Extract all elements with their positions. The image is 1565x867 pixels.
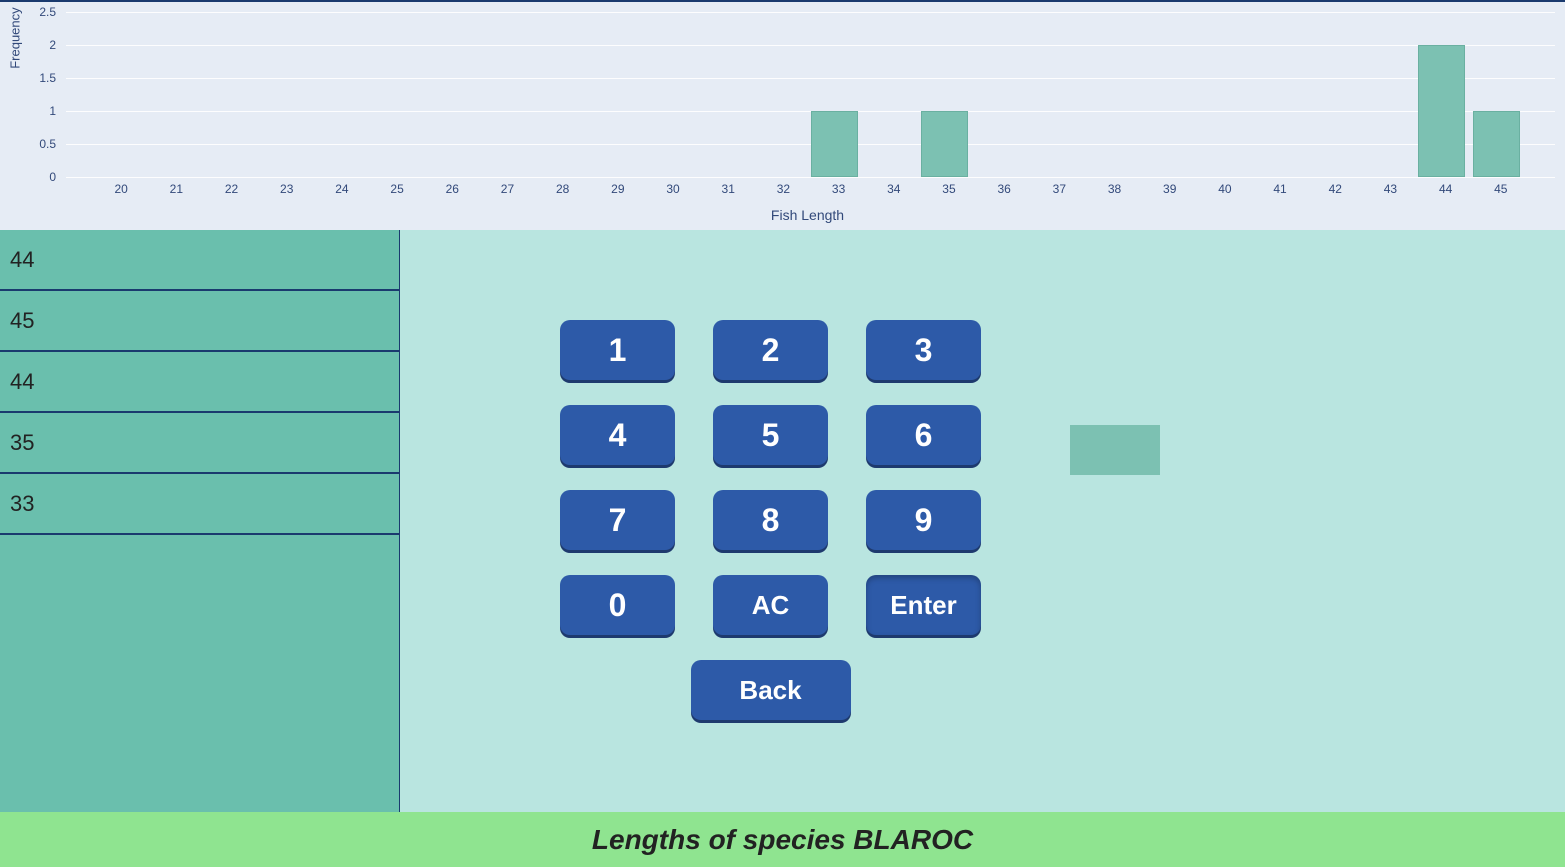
key-6[interactable]: 6	[866, 405, 981, 465]
key-4[interactable]: 4	[560, 405, 675, 465]
chart-plot[interactable]	[66, 12, 1555, 177]
key-5[interactable]: 5	[713, 405, 828, 465]
keypad: 1 2 3 4 5 6 7 8 9 0 AC Enter Back	[560, 320, 981, 720]
chart-bar[interactable]	[1418, 45, 1465, 177]
list-item[interactable]: 33	[0, 474, 399, 535]
key-2[interactable]: 2	[713, 320, 828, 380]
y-axis-label: Frequency	[8, 7, 23, 68]
key-9[interactable]: 9	[866, 490, 981, 550]
main-row: 4445443533 1 2 3 4 5 6 7 8 9 0 AC Enter …	[0, 230, 1565, 812]
key-enter[interactable]: Enter	[866, 575, 981, 635]
key-7[interactable]: 7	[560, 490, 675, 550]
list-item[interactable]: 44	[0, 230, 399, 291]
key-1[interactable]: 1	[560, 320, 675, 380]
x-axis-label: Fish Length	[771, 207, 844, 223]
chart-bar[interactable]	[1473, 111, 1520, 177]
chart-panel: 00.511.522.5 Frequency 20212223242526272…	[0, 0, 1565, 230]
chart-bar[interactable]	[811, 111, 858, 177]
keypad-panel: 1 2 3 4 5 6 7 8 9 0 AC Enter Back	[400, 230, 1565, 812]
list-item[interactable]: 35	[0, 413, 399, 474]
entry-display	[1070, 425, 1160, 475]
key-8[interactable]: 8	[713, 490, 828, 550]
entries-sidebar: 4445443533	[0, 230, 400, 812]
key-back[interactable]: Back	[691, 660, 851, 720]
key-3[interactable]: 3	[866, 320, 981, 380]
x-axis-ticks: 2021222324252627282930313233343536373839…	[66, 182, 1555, 202]
key-0[interactable]: 0	[560, 575, 675, 635]
footer-bar: Lengths of species BLAROC	[0, 812, 1565, 867]
chart-bar[interactable]	[921, 111, 968, 177]
list-item[interactable]: 45	[0, 291, 399, 352]
footer-text: Lengths of species BLAROC	[592, 824, 973, 856]
list-item[interactable]: 44	[0, 352, 399, 413]
key-ac[interactable]: AC	[713, 575, 828, 635]
